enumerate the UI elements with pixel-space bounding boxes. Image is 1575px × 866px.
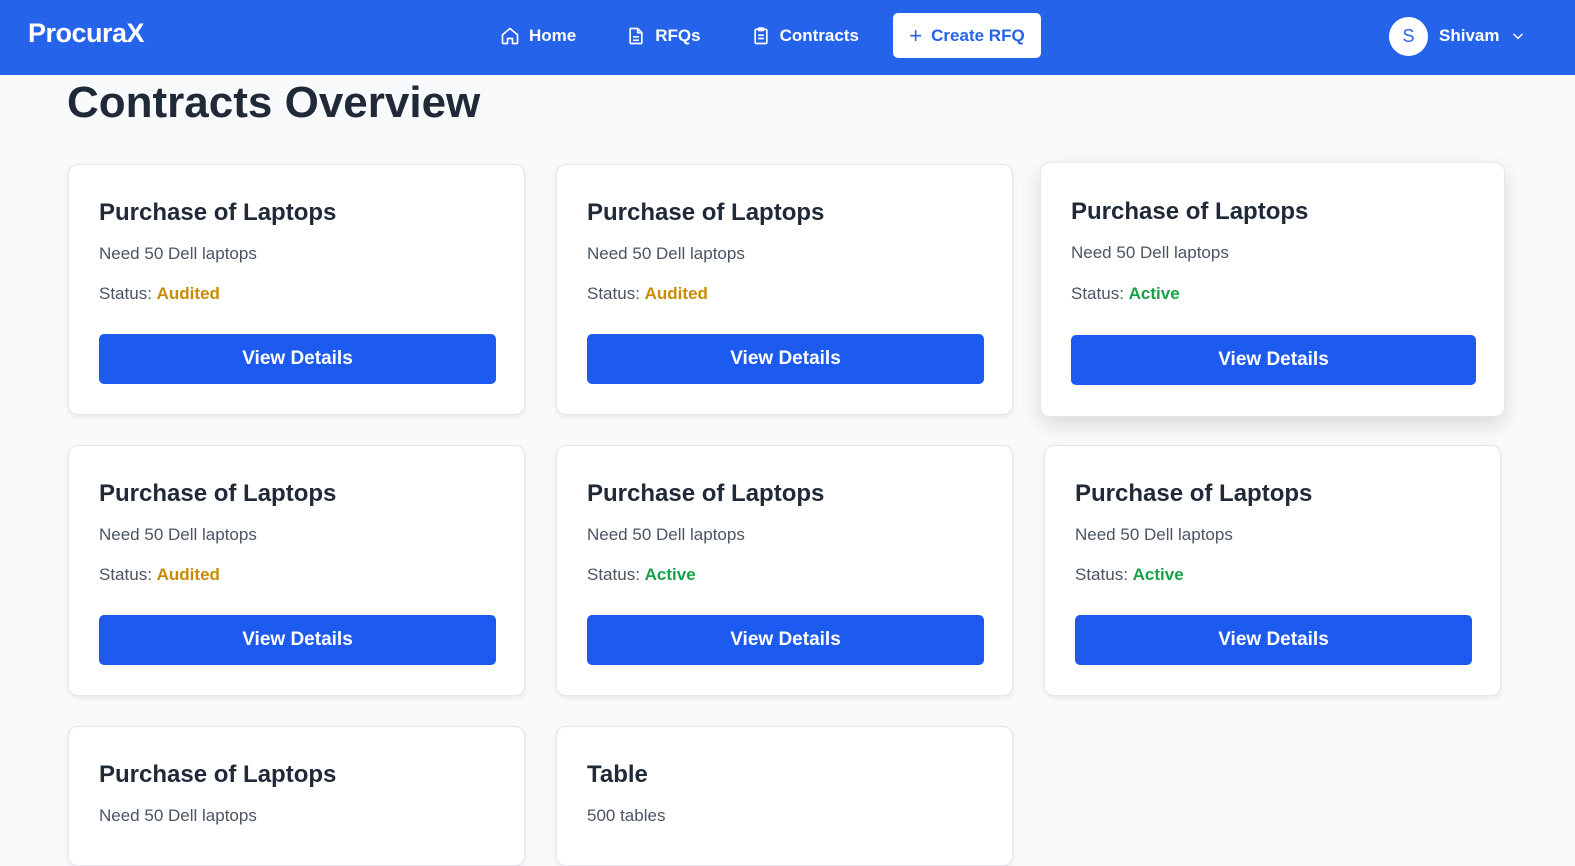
- contract-description: Need 50 Dell laptops: [99, 244, 257, 263]
- status-badge: Audited: [156, 284, 220, 303]
- nav-rfqs[interactable]: RFQs: [626, 25, 701, 46]
- brand-logo[interactable]: ProcuraX: [28, 18, 145, 49]
- contract-title: Table: [587, 761, 648, 788]
- status-label: Status:: [587, 284, 645, 303]
- contract-title: Purchase of Laptops: [99, 761, 337, 788]
- nav-home-label: Home: [529, 25, 577, 45]
- view-details-button[interactable]: View Details: [587, 334, 984, 384]
- view-details-button[interactable]: View Details: [99, 334, 496, 384]
- create-rfq-button[interactable]: + Create RFQ: [893, 13, 1041, 58]
- contract-status: Status: Active: [1071, 284, 1180, 304]
- plus-icon: +: [909, 22, 923, 48]
- status-badge: Active: [1128, 284, 1180, 303]
- contract-card: Purchase of Laptops Need 50 Dell laptops…: [68, 445, 525, 696]
- view-details-button[interactable]: View Details: [1071, 335, 1476, 385]
- status-label: Status:: [1075, 565, 1133, 584]
- contract-card: Table 500 tables: [556, 726, 1013, 866]
- status-badge: Audited: [644, 284, 708, 303]
- contract-status: Status: Audited: [99, 565, 220, 585]
- status-badge: Active: [644, 565, 696, 584]
- nav-contracts[interactable]: Contracts: [751, 26, 859, 46]
- status-label: Status:: [587, 565, 645, 584]
- main-nav: Home RFQs Contracts: [500, 13, 909, 58]
- contract-card: Purchase of Laptops Need 50 Dell laptops…: [68, 164, 525, 415]
- contract-title: Purchase of Laptops: [99, 480, 337, 507]
- contract-card: Purchase of Laptops Need 50 Dell laptops…: [556, 445, 1013, 696]
- contract-card: Purchase of Laptops Need 50 Dell laptops…: [1040, 162, 1505, 417]
- home-icon: [501, 27, 519, 44]
- create-rfq-label: Create RFQ: [931, 25, 1025, 45]
- contract-status: Status: Audited: [587, 284, 708, 304]
- nav-contracts-label: Contracts: [779, 25, 859, 45]
- status-label: Status:: [99, 565, 157, 584]
- top-navbar: ProcuraX Home RFQs Contracts + Create RF…: [0, 0, 1575, 75]
- nav-rfqs-label: RFQs: [655, 25, 701, 45]
- status-label: Status:: [99, 284, 157, 303]
- user-name: Shivam: [1439, 26, 1500, 45]
- avatar: S: [1389, 16, 1428, 56]
- status-badge: Active: [1132, 565, 1184, 584]
- contract-description: Need 50 Dell laptops: [99, 806, 257, 825]
- page-title: Contracts Overview: [67, 78, 481, 127]
- contract-title: Purchase of Laptops: [587, 199, 825, 226]
- clipboard-icon: [753, 26, 768, 44]
- contract-status: Status: Active: [587, 565, 696, 585]
- contract-description: Need 50 Dell laptops: [587, 244, 745, 263]
- user-menu[interactable]: S Shivam: [1389, 16, 1525, 56]
- chevron-down-icon: [1513, 33, 1524, 40]
- contract-description: Need 50 Dell laptops: [1071, 243, 1229, 262]
- contract-card: Purchase of Laptops Need 50 Dell laptops…: [556, 164, 1013, 415]
- contract-status: Status: Audited: [99, 284, 220, 304]
- contract-status: Status: Active: [1075, 565, 1184, 585]
- contract-title: Purchase of Laptops: [1071, 198, 1309, 225]
- view-details-button[interactable]: View Details: [1075, 615, 1472, 665]
- contract-description: Need 50 Dell laptops: [587, 525, 745, 544]
- contract-title: Purchase of Laptops: [587, 480, 825, 507]
- contract-title: Purchase of Laptops: [1075, 480, 1313, 507]
- status-label: Status:: [1071, 284, 1129, 303]
- contract-description: Need 50 Dell laptops: [99, 525, 257, 544]
- view-details-button[interactable]: View Details: [99, 615, 496, 665]
- contract-card: Purchase of Laptops Need 50 Dell laptops: [68, 726, 525, 866]
- contract-description: Need 50 Dell laptops: [1075, 525, 1233, 544]
- nav-home[interactable]: Home: [500, 26, 576, 46]
- status-badge: Audited: [156, 565, 220, 584]
- contract-title: Purchase of Laptops: [99, 199, 337, 226]
- document-icon: [629, 27, 643, 44]
- view-details-button[interactable]: View Details: [587, 615, 984, 665]
- contract-card: Purchase of Laptops Need 50 Dell laptops…: [1044, 445, 1501, 696]
- contract-description: 500 tables: [587, 806, 666, 825]
